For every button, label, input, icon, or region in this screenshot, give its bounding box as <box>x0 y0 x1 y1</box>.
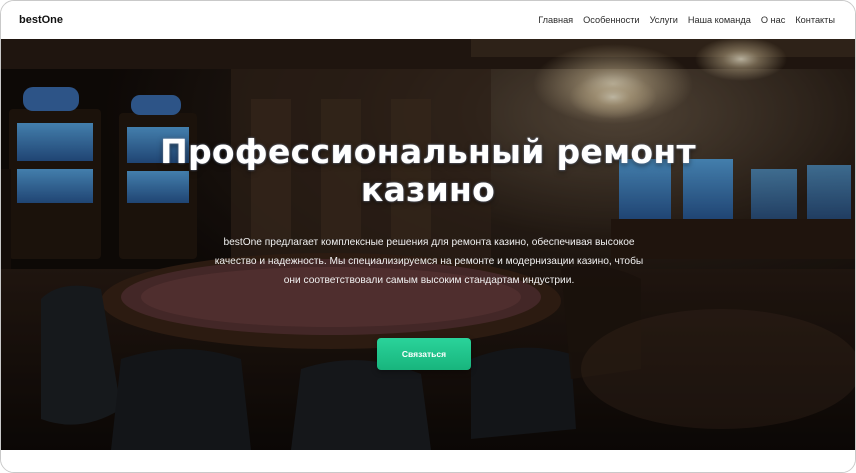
nav-link-about[interactable]: О нас <box>761 15 785 25</box>
nav-link-services[interactable]: Услуги <box>650 15 678 25</box>
bottom-strip <box>1 450 855 472</box>
main-nav: Главная Особенности Услуги Наша команда … <box>538 15 835 25</box>
hero-title: Профессиональный ремонт казино <box>160 132 696 209</box>
nav-link-home[interactable]: Главная <box>538 15 573 25</box>
browser-frame: bestOne Главная Особенности Услуги Наша … <box>0 0 856 473</box>
nav-link-team[interactable]: Наша команда <box>688 15 751 25</box>
contact-button[interactable]: Связаться <box>377 338 471 370</box>
hero-section: Профессиональный ремонт казино bestOne п… <box>1 39 855 450</box>
nav-link-contacts[interactable]: Контакты <box>795 15 835 25</box>
hero-description: bestOne предлагает комплексные решения д… <box>214 237 644 286</box>
navbar: bestOne Главная Особенности Услуги Наша … <box>1 1 855 39</box>
nav-link-features[interactable]: Особенности <box>583 15 639 25</box>
hero-content: Профессиональный ремонт казино bestOne п… <box>1 39 855 450</box>
brand-logo[interactable]: bestOne <box>19 14 63 26</box>
